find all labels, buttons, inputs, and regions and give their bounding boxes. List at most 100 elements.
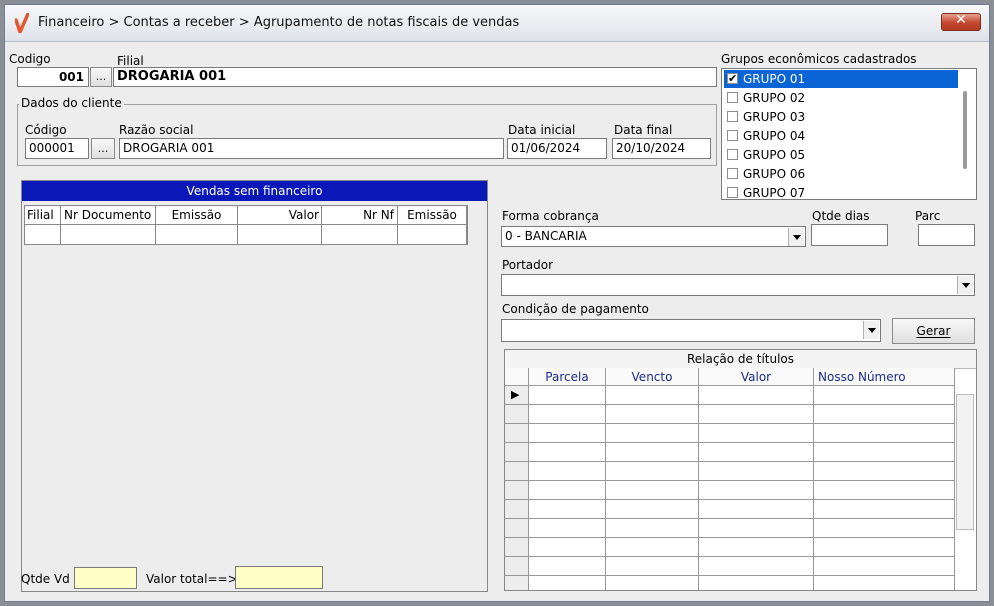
codigo-input[interactable]: 001 — [17, 67, 89, 87]
checkbox-icon[interactable] — [727, 130, 738, 141]
column-divider — [813, 386, 814, 590]
table-row[interactable] — [505, 443, 955, 462]
vendas-col-nr-documento[interactable]: Nr Documento — [61, 206, 156, 224]
vendas-cell[interactable] — [156, 224, 238, 244]
qtde-dias-input[interactable] — [811, 224, 888, 246]
checkbox-icon[interactable] — [727, 187, 738, 198]
data-inicial-input[interactable]: 01/06/2024 — [507, 138, 607, 159]
filial-input[interactable]: DROGARIA 001 — [113, 67, 717, 87]
vendas-col-valor[interactable]: Valor — [238, 206, 322, 224]
forma-cobranca-label: Forma cobrança — [502, 209, 599, 223]
grupo-item-05[interactable]: GRUPO 05 — [724, 146, 958, 164]
vendas-title: Vendas sem financeiro — [22, 181, 487, 201]
row-indicator: ▶ — [505, 386, 529, 404]
window-title: Financeiro > Contas a receber > Agrupame… — [38, 15, 520, 30]
valor-total-label: Valor total==> — [146, 572, 238, 586]
grupo-item-07[interactable]: GRUPO 07 — [724, 184, 958, 199]
data-final-label: Data final — [614, 123, 673, 137]
grupo-item-03[interactable]: GRUPO 03 — [724, 108, 958, 126]
gerar-button[interactable]: Gerar — [892, 318, 975, 344]
checkbox-icon[interactable] — [727, 149, 738, 160]
table-row[interactable] — [505, 519, 955, 538]
grupos-scrollbar[interactable] — [963, 91, 967, 169]
titulos-indicator-header — [505, 368, 529, 386]
column-divider — [605, 386, 606, 590]
checkbox-icon[interactable] — [727, 92, 738, 103]
vendas-col-filial[interactable]: Filial — [25, 206, 61, 224]
titulos-col-nosso-numero[interactable]: Nosso Número — [814, 368, 955, 386]
titulos-scrollbar[interactable] — [956, 394, 974, 530]
column-divider — [954, 386, 955, 590]
row-indicator — [505, 443, 529, 461]
table-row[interactable] — [505, 481, 955, 500]
grupo-item-02[interactable]: GRUPO 02 — [724, 89, 958, 107]
vendas-cell[interactable] — [61, 224, 156, 244]
titulos-col-vencto[interactable]: Vencto — [606, 368, 699, 386]
condicao-pagamento-select[interactable] — [501, 319, 881, 342]
chevron-down-icon[interactable] — [863, 321, 879, 339]
codigo-label: Codigo — [9, 52, 51, 66]
row-indicator — [505, 500, 529, 518]
table-row[interactable]: ▶ — [505, 386, 955, 405]
checkbox-checked-icon[interactable] — [727, 70, 738, 88]
table-row[interactable] — [505, 424, 955, 443]
table-row[interactable] — [505, 462, 955, 481]
grupo-item-01[interactable]: GRUPO 01 — [724, 70, 958, 88]
titulos-col-parcela[interactable]: Parcela — [529, 368, 606, 386]
row-indicator — [505, 576, 529, 590]
vendas-col-emissao[interactable]: Emissão — [156, 206, 238, 224]
chevron-down-icon[interactable] — [957, 276, 973, 294]
dados-cliente-legend: Dados do cliente — [19, 96, 124, 110]
cliente-browse-button[interactable]: ... — [91, 138, 115, 159]
row-indicator — [505, 557, 529, 575]
vendas-col-emissao-nf[interactable]: Emissão — [398, 206, 467, 224]
table-row[interactable] — [505, 405, 955, 424]
vendas-cell[interactable] — [322, 224, 398, 244]
titulos-title: Relação de títulos — [505, 350, 976, 369]
title-bar: Financeiro > Contas a receber > Agrupame… — [5, 5, 989, 42]
table-row[interactable] — [505, 538, 955, 557]
table-row[interactable] — [505, 500, 955, 519]
portador-select[interactable] — [501, 274, 975, 296]
vendas-col-nr-nf[interactable]: Nr Nf — [322, 206, 398, 224]
row-indicator — [505, 424, 529, 442]
chevron-down-icon[interactable] — [788, 228, 804, 246]
close-icon: ✕ — [955, 12, 967, 28]
qtde-vd-label: Qtde Vd — [21, 572, 70, 586]
grupo-item-06[interactable]: GRUPO 06 — [724, 165, 958, 183]
vendas-cell[interactable] — [238, 224, 322, 244]
titulos-grid[interactable]: Relação de títulos Parcela Vencto Valor … — [504, 349, 977, 591]
grupo-item-04[interactable]: GRUPO 04 — [724, 127, 958, 145]
qtde-vd-input[interactable] — [74, 567, 137, 589]
portador-label: Portador — [502, 258, 554, 272]
data-inicial-label: Data inicial — [508, 123, 576, 137]
parc-input[interactable] — [918, 224, 975, 246]
checkbox-icon[interactable] — [727, 111, 738, 122]
row-indicator — [505, 405, 529, 423]
titulos-col-valor[interactable]: Valor — [699, 368, 814, 386]
grupos-list[interactable]: GRUPO 01 GRUPO 02 GRUPO 03 GRUPO 04 GRUP… — [721, 68, 977, 200]
table-row[interactable] — [505, 557, 955, 576]
filial-label: Filial — [117, 54, 144, 68]
table-row[interactable] — [505, 576, 955, 590]
forma-cobranca-select[interactable]: 0 - BANCARIA — [501, 226, 806, 247]
vendas-cell[interactable] — [398, 224, 467, 244]
grupos-label: Grupos econômicos cadastrados — [721, 52, 917, 66]
row-indicator — [505, 538, 529, 556]
vendas-panel: Vendas sem financeiro Filial Nr Document… — [21, 180, 488, 592]
vendas-grid[interactable]: Filial Nr Documento Emissão Valor Nr Nf … — [24, 205, 468, 245]
qtde-dias-label: Qtde dias — [812, 209, 870, 223]
codigo-browse-button[interactable]: ... — [90, 67, 112, 87]
row-indicator — [505, 481, 529, 499]
forma-cobranca-value: 0 - BANCARIA — [505, 229, 587, 243]
cliente-codigo-input[interactable]: 000001 — [25, 138, 89, 159]
app-logo-icon — [15, 13, 29, 33]
razao-social-label: Razão social — [119, 123, 194, 137]
checkbox-icon[interactable] — [727, 168, 738, 179]
razao-social-input[interactable]: DROGARIA 001 — [119, 138, 504, 159]
valor-total-input[interactable] — [235, 566, 323, 589]
close-button[interactable]: ✕ — [941, 12, 981, 31]
data-final-input[interactable]: 20/10/2024 — [612, 138, 711, 159]
column-divider — [698, 386, 699, 590]
vendas-cell[interactable] — [25, 224, 61, 244]
